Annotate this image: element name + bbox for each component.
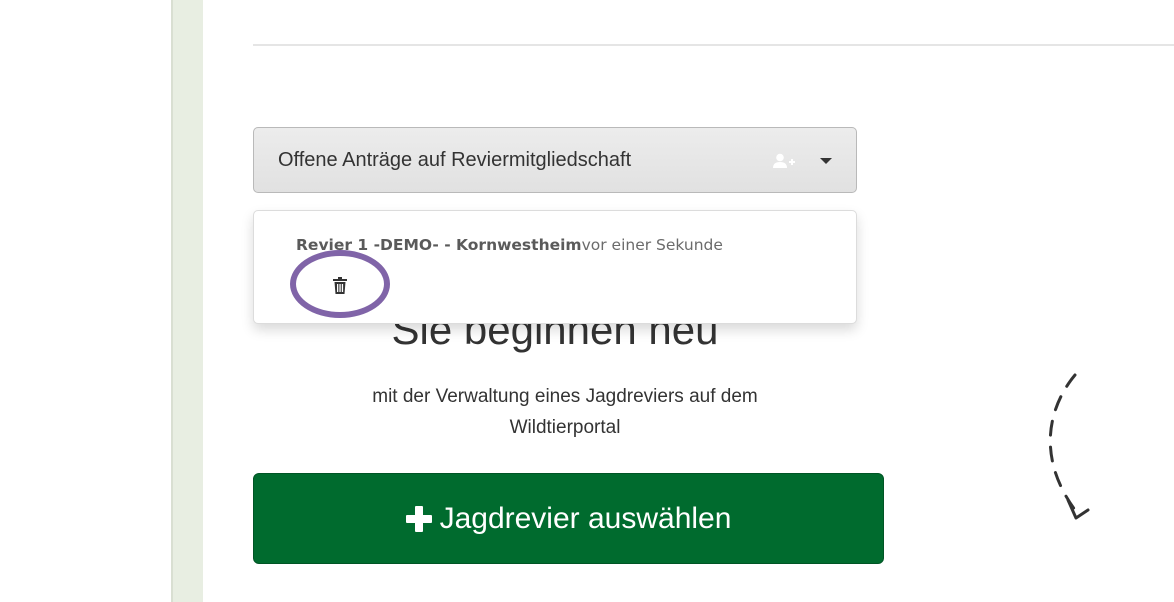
top-divider (253, 44, 1174, 46)
request-list-item: Revier 1 -DEMO- - Kornwestheimvor einer … (296, 236, 723, 254)
select-revier-label: Jagdrevier auswählen (439, 501, 732, 535)
welcome-subtext-line-2: Wildtierportal (509, 417, 621, 438)
request-time: vor einer Sekunde (581, 236, 723, 254)
welcome-subtext-line-1: mit der Verwaltung eines Jagdreviers auf… (372, 386, 758, 407)
caret-down-icon (820, 158, 832, 164)
select-revier-button[interactable]: Jagdrevier auswählen (253, 473, 884, 564)
dashed-arrow-icon (1048, 373, 1090, 520)
open-requests-label: Offene Anträge auf Reviermitgliedschaft (278, 148, 632, 171)
user-plus-icon (773, 153, 795, 168)
plus-icon (405, 505, 432, 532)
welcome-subtext: mit der Verwaltung eines Jagdreviers auf… (263, 381, 867, 443)
highlight-circle (290, 250, 390, 318)
open-requests-dropdown[interactable]: Offene Anträge auf Reviermitgliedschaft (253, 127, 857, 193)
sidebar-strip (173, 0, 203, 602)
left-panel (0, 0, 171, 602)
